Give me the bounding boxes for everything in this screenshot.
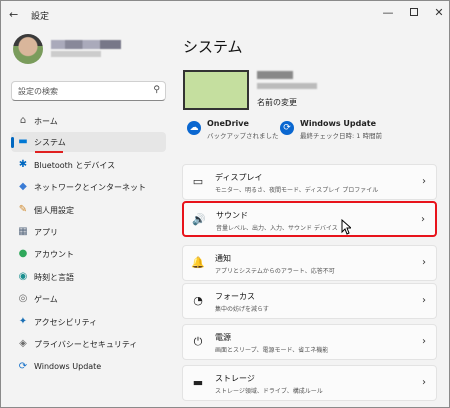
card-speaker[interactable]: 🔊 サウンド音量レベル、出力、入力、サウンド デバイス › — [182, 201, 437, 237]
card-description: アプリとシステムからのアラート、応答不可 — [215, 268, 335, 275]
gamepad-icon: ◎ — [18, 293, 28, 304]
minimize-button[interactable]: — — [378, 5, 398, 21]
apps-icon: ▦ — [18, 226, 28, 237]
onedrive-icon: ☁ — [187, 121, 201, 135]
accessibility-icon: ✦ — [18, 316, 28, 327]
sidebar-item-accessibility[interactable]: ✦ アクセシビリティ — [11, 312, 166, 332]
chevron-right-icon: › — [422, 176, 426, 187]
sidebar-item-label: Bluetooth とデバイス — [34, 161, 116, 170]
active-indicator — [11, 137, 14, 148]
chevron-right-icon: › — [422, 377, 426, 388]
onedrive-title: OneDrive — [207, 119, 249, 128]
mouse-cursor-icon — [341, 219, 351, 235]
page-title: システム — [183, 38, 243, 56]
red-underline-annotation — [35, 151, 63, 153]
power-icon: ⏻ — [193, 335, 203, 348]
card-description: 画面とスリープ、電源モード、省エネ機能 — [215, 347, 329, 354]
maximize-icon — [410, 8, 418, 16]
sidebar-item-label: システム — [34, 138, 66, 147]
card-focus[interactable]: ◔ フォーカス集中の妨げを減らす › — [182, 283, 437, 319]
update-icon: ⟳ — [18, 361, 28, 372]
storage-icon: ▬ — [192, 376, 204, 389]
onedrive-status-text: バックアップされました — [207, 132, 279, 140]
sidebar-item-brush[interactable]: ✎ 個人用設定 — [11, 200, 166, 220]
sidebar-item-bluetooth[interactable]: ✱ Bluetooth とデバイス — [11, 155, 166, 175]
sidebar-item-globe[interactable]: ◉ 時刻と言語 — [11, 267, 166, 287]
sidebar-item-label: プライバシーとセキュリティ — [34, 340, 138, 349]
brush-icon: ✎ — [18, 204, 28, 215]
sidebar-item-label: アクセシビリティ — [34, 318, 98, 327]
card-power[interactable]: ⏻ 電源画面とスリープ、電源モード、省エネ機能 › — [182, 324, 437, 360]
account-icon: ● — [18, 248, 28, 259]
card-title: サウンド — [216, 211, 248, 220]
card-description: 集中の妨げを減らす — [215, 306, 269, 313]
bell-icon: 🔔 — [191, 256, 205, 269]
rename-link[interactable]: 名前の変更 — [257, 97, 297, 108]
card-description: ストレージ領域、ドライブ、構成ルール — [215, 388, 323, 395]
update-icon: ⟳ — [280, 121, 294, 135]
card-title: 電源 — [215, 333, 231, 342]
sidebar-item-label: 時刻と言語 — [34, 273, 74, 282]
focus-icon: ◔ — [193, 294, 203, 307]
windows-update-status-text: 最終チェック日時: 1 時間前 — [300, 132, 382, 140]
sidebar-item-gamepad[interactable]: ◎ ゲーム — [11, 289, 166, 309]
sidebar-item-shield[interactable]: ◈ プライバシーとセキュリティ — [11, 334, 166, 354]
title-bar: ← 設定 — ✕ — [1, 1, 449, 31]
windows-update-status[interactable]: ⟳ Windows Update 最終チェック日時: 1 時間前 — [280, 119, 400, 143]
window-title: 設定 — [31, 12, 50, 22]
chevron-right-icon: › — [422, 295, 426, 306]
close-button[interactable]: ✕ — [429, 5, 449, 21]
sidebar-item-update[interactable]: ⟳ Windows Update — [11, 357, 166, 377]
card-title: 通知 — [215, 254, 231, 263]
sidebar-item-label: Windows Update — [34, 362, 102, 371]
search-field[interactable]: 設定の検索 ⚲ — [11, 81, 166, 101]
pc-name-redacted — [257, 71, 293, 79]
windows-update-title: Windows Update — [300, 119, 377, 128]
maximize-button[interactable] — [404, 5, 424, 21]
chevron-right-icon: › — [422, 336, 426, 347]
chevron-right-icon: › — [421, 214, 425, 225]
wifi-icon: ◆ — [19, 181, 27, 192]
sidebar-item-label: 個人用設定 — [34, 206, 74, 215]
pc-model-redacted — [257, 83, 317, 89]
back-arrow-icon[interactable]: ← — [9, 7, 23, 23]
home-icon: ⌂ — [19, 115, 27, 126]
user-name-redacted — [51, 40, 121, 49]
sidebar-item-label: アプリ — [34, 228, 58, 237]
speaker-icon: 🔊 — [192, 213, 206, 226]
card-description: 音量レベル、出力、入力、サウンド デバイス — [216, 225, 338, 232]
sidebar-item-label: ゲーム — [34, 295, 58, 304]
avatar[interactable] — [13, 34, 43, 64]
sidebar-item-system[interactable]: ▬ システム — [11, 132, 166, 152]
sidebar-item-label: ネットワークとインターネット — [34, 183, 146, 192]
display-icon: ▭ — [192, 175, 204, 188]
shield-icon: ◈ — [19, 338, 27, 349]
search-placeholder: 設定の検索 — [18, 87, 58, 96]
card-title: フォーカス — [215, 292, 255, 301]
globe-icon: ◉ — [18, 271, 28, 282]
onedrive-status[interactable]: ☁ OneDrive バックアップされました — [187, 119, 287, 143]
search-icon: ⚲ — [153, 85, 160, 95]
sidebar-item-wifi[interactable]: ◆ ネットワークとインターネット — [11, 177, 166, 197]
card-description: モニター、明るさ、夜間モード、ディスプレイ プロファイル — [215, 187, 379, 194]
card-bell[interactable]: 🔔 通知アプリとシステムからのアラート、応答不可 › — [182, 245, 437, 281]
sidebar-item-apps[interactable]: ▦ アプリ — [11, 222, 166, 242]
settings-window: ← 設定 — ✕ 設定の検索 ⚲ ⌂ ホーム ▬ システム ✱ Bluetooth とデバ… — [0, 0, 450, 408]
card-title: ディスプレイ — [215, 173, 263, 182]
sidebar-item-account[interactable]: ● アカウント — [11, 244, 166, 264]
desktop-thumbnail — [183, 70, 249, 110]
sidebar-item-home[interactable]: ⌂ ホーム — [11, 111, 166, 131]
user-email-redacted — [51, 51, 101, 57]
sidebar-item-label: ホーム — [34, 117, 58, 126]
card-display[interactable]: ▭ ディスプレイモニター、明るさ、夜間モード、ディスプレイ プロファイル › — [182, 164, 437, 200]
sidebar-item-label: アカウント — [34, 250, 74, 259]
card-storage[interactable]: ▬ ストレージストレージ領域、ドライブ、構成ルール › — [182, 365, 437, 401]
card-title: ストレージ — [215, 374, 255, 383]
bluetooth-icon: ✱ — [18, 159, 28, 170]
system-icon: ▬ — [18, 136, 28, 147]
chevron-right-icon: › — [422, 257, 426, 268]
